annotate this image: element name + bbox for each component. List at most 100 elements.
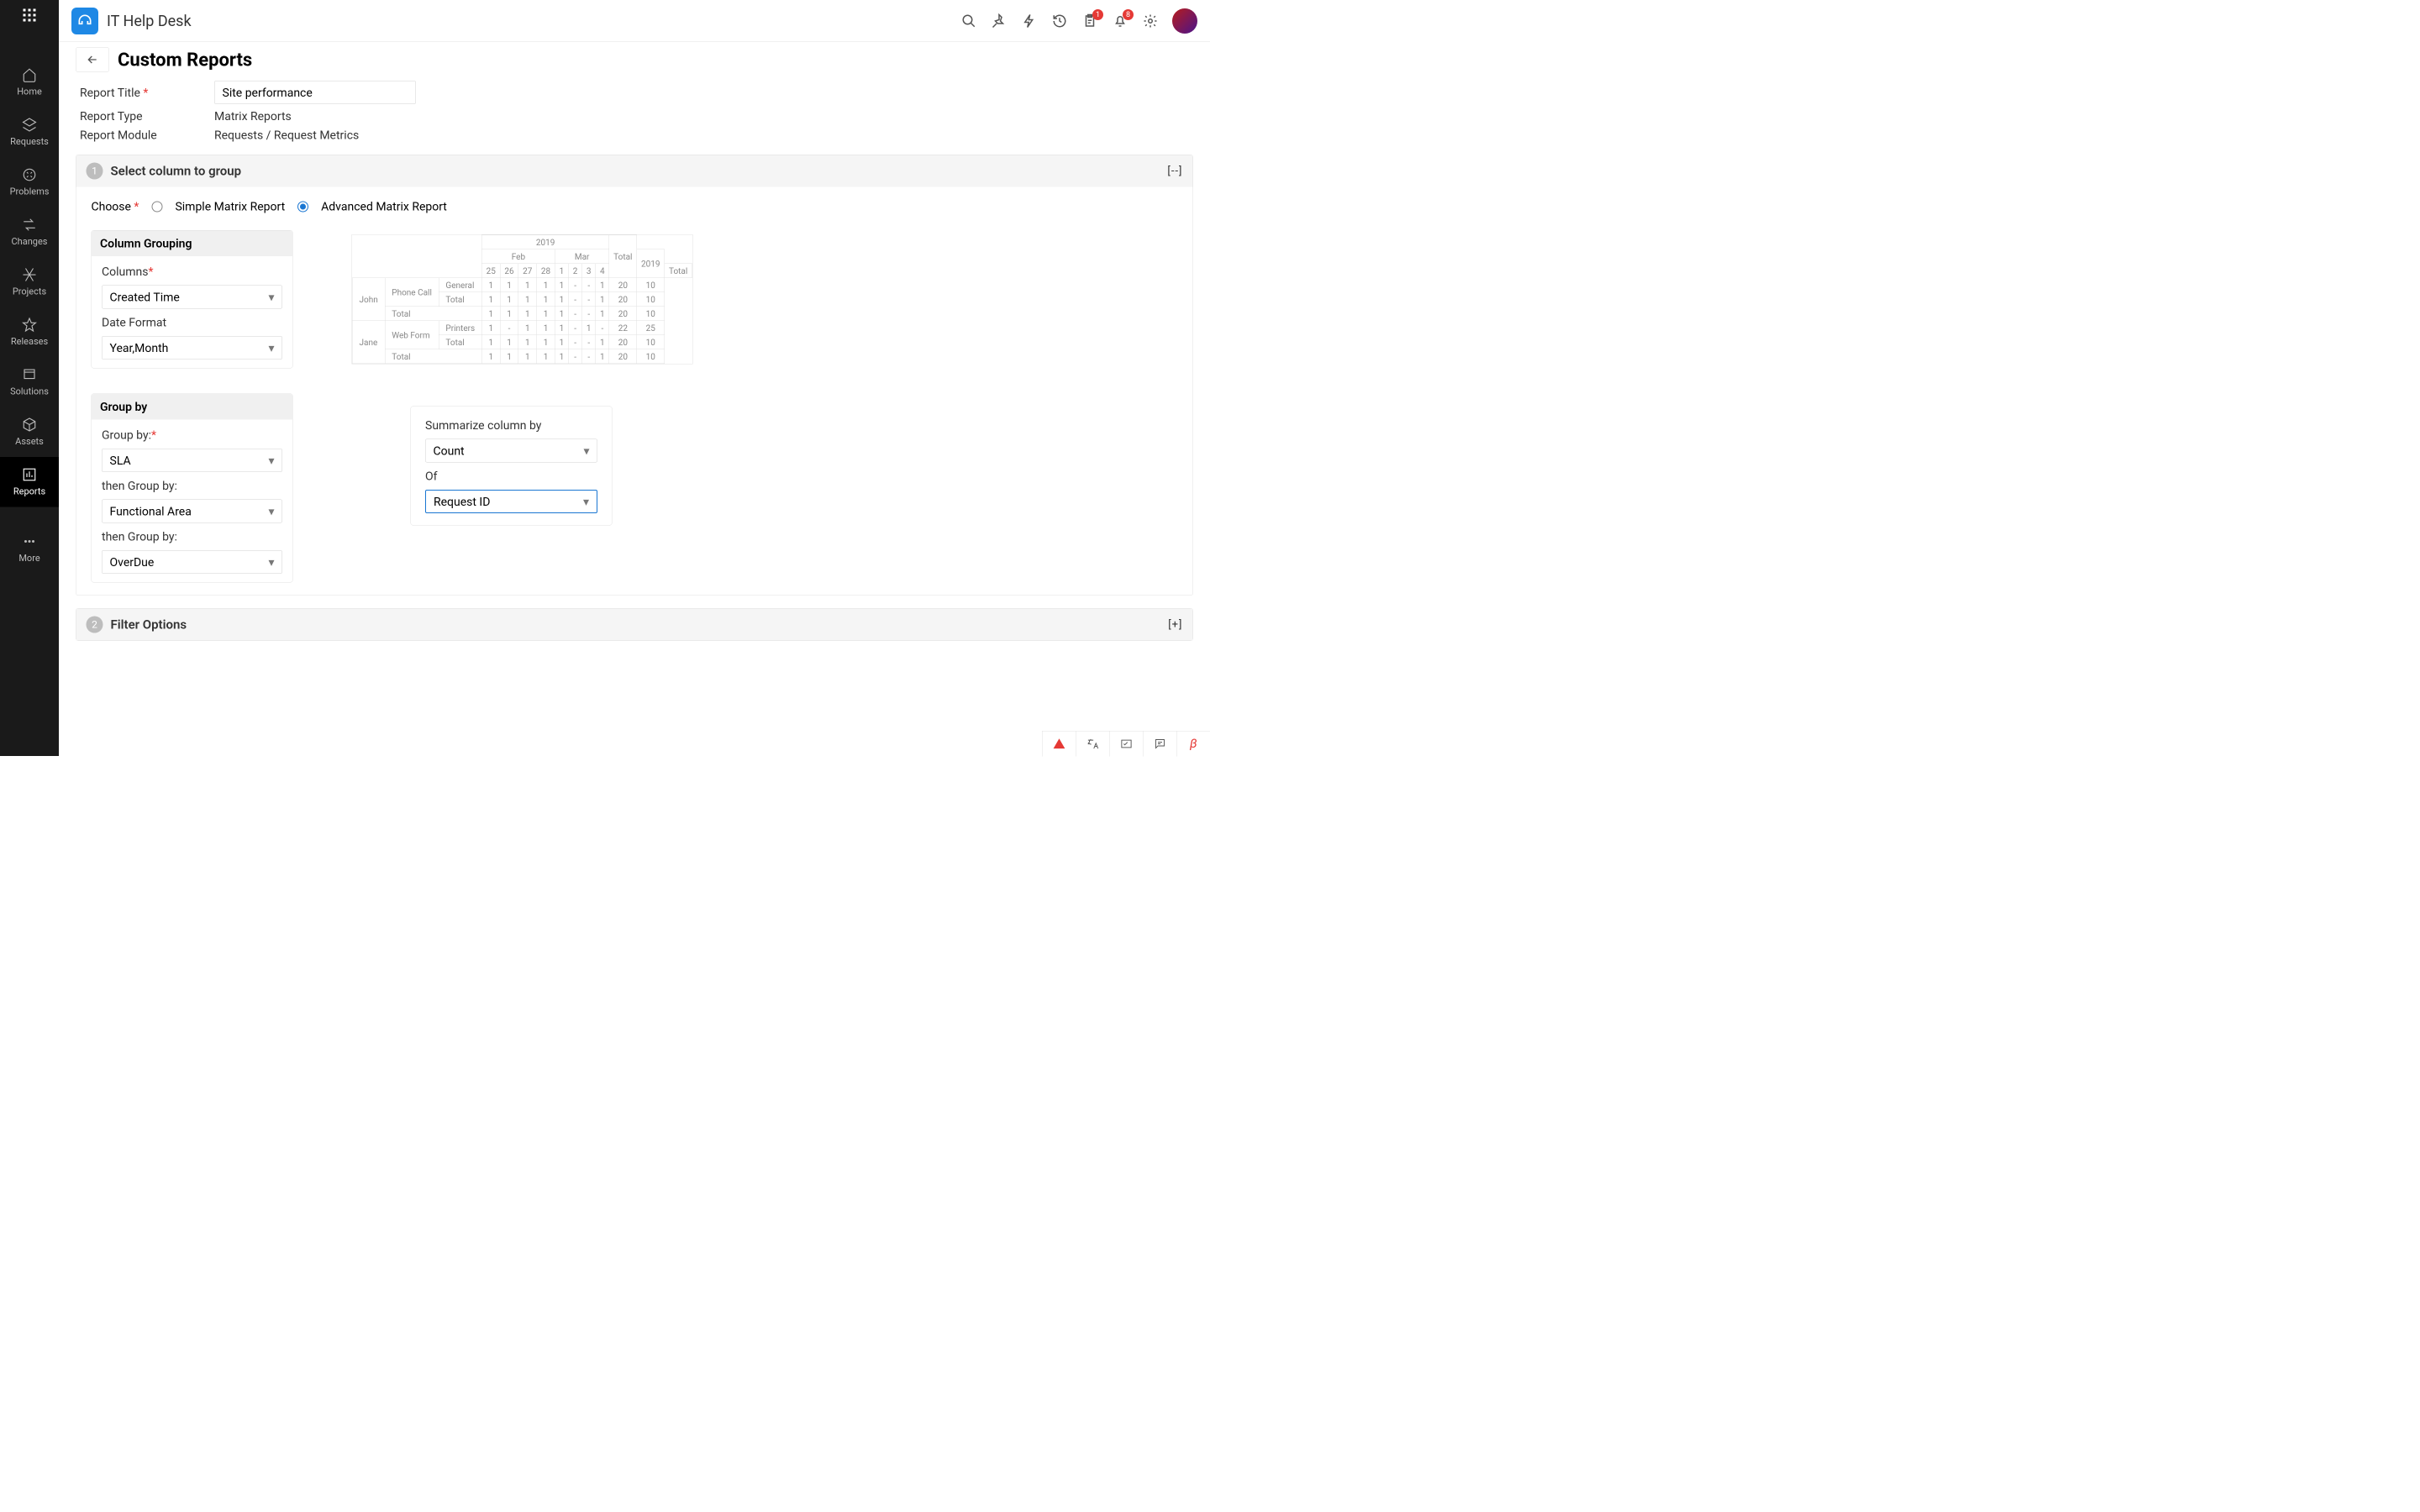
radio-advanced-label: Advanced Matrix Report	[321, 200, 447, 214]
date-format-select[interactable]: Year,Month ▾	[102, 336, 282, 360]
sidebar-item-problems[interactable]: Problems	[0, 157, 59, 207]
badge-count: 8	[1123, 9, 1134, 20]
group-by-label: Group by:*	[102, 428, 282, 443]
sidebar-item-reports[interactable]: Reports	[0, 457, 59, 507]
footer-bar: β	[1042, 731, 1210, 756]
sidebar-item-label: Home	[17, 87, 42, 97]
collapse-toggle[interactable]: [--]	[1167, 165, 1182, 177]
group-by-panel: Group by Group by:* SLA ▾ then Group by:…	[92, 394, 293, 583]
sidebar-item-solutions[interactable]: Solutions	[0, 357, 59, 407]
select-value: OverDue	[110, 555, 155, 570]
edit-icon[interactable]	[1109, 731, 1143, 756]
report-meta: Report Title * Report Type Matrix Report…	[80, 81, 1193, 142]
report-type-value: Matrix Reports	[214, 109, 292, 123]
chat-icon[interactable]	[1143, 731, 1176, 756]
sidebar-item-label: Projects	[13, 286, 46, 297]
section-select-column: 1 Select column to group [--] Choose * S…	[76, 155, 1193, 596]
sidebar-item-home[interactable]: Home	[0, 57, 59, 108]
beta-icon[interactable]: β	[1176, 731, 1210, 756]
expand-toggle[interactable]: [+]	[1168, 618, 1182, 631]
columns-select[interactable]: Created Time ▾	[102, 286, 282, 309]
sidebar-item-label: Assets	[15, 437, 44, 448]
column-grouping-panel: Column Grouping Columns* Created Time ▾ …	[92, 230, 293, 369]
sidebar-item-label: Reports	[13, 486, 45, 497]
chevron-down-icon: ▾	[268, 341, 274, 355]
app-logo-icon	[71, 8, 98, 34]
select-value: Count	[434, 444, 465, 458]
preview-wrap: 2019TotalFebMar2019252627281234TotalJohn…	[327, 230, 693, 365]
back-button[interactable]	[76, 47, 109, 72]
chevron-down-icon: ▾	[583, 444, 589, 458]
section-number: 1	[87, 163, 103, 180]
summarize-label: Summarize column by	[425, 418, 597, 433]
page-title: Custom Reports	[118, 49, 252, 71]
app-title: IT Help Desk	[107, 12, 952, 29]
select-value: Year,Month	[110, 341, 169, 355]
choose-label: Choose *	[92, 200, 139, 214]
section-title: Select column to group	[111, 164, 1160, 179]
then-group-by-2-select[interactable]: OverDue ▾	[102, 550, 282, 574]
bolt-icon[interactable]	[1021, 13, 1038, 29]
avatar[interactable]	[1172, 8, 1197, 34]
sidebar-item-changes[interactable]: Changes	[0, 207, 59, 258]
gear-icon[interactable]	[1142, 13, 1159, 29]
chevron-down-icon: ▾	[268, 504, 274, 518]
section-number: 2	[87, 617, 103, 633]
sidebar-item-releases[interactable]: Releases	[0, 307, 59, 358]
report-type-label: Report Type	[80, 109, 189, 123]
pin-icon[interactable]	[991, 13, 1007, 29]
of-label: Of	[425, 470, 597, 484]
radio-simple-label: Simple Matrix Report	[175, 200, 285, 214]
apps-grid-icon[interactable]	[21, 7, 38, 24]
chevron-down-icon: ▾	[268, 454, 274, 468]
select-value: Functional Area	[110, 504, 192, 518]
page-header: Custom Reports	[76, 47, 1193, 72]
date-format-label: Date Format	[102, 316, 282, 330]
preview-table: 2019TotalFebMar2019252627281234TotalJohn…	[352, 234, 693, 365]
section-title: Filter Options	[111, 617, 1161, 633]
section-filter-options: 2 Filter Options [+]	[76, 608, 1193, 641]
report-title-input[interactable]	[214, 81, 416, 104]
summarize-select[interactable]: Count ▾	[425, 439, 597, 463]
topbar-right: 1 8	[960, 8, 1197, 34]
then-group-by-1-select[interactable]: Functional Area ▾	[102, 500, 282, 523]
sidebar-item-label: More	[18, 554, 39, 564]
columns-label: Columns*	[102, 265, 282, 279]
main: IT Help Desk 1 8 Custom Reports Report T…	[59, 0, 1210, 756]
choose-row: Choose * Simple Matrix Report Advanced M…	[92, 200, 1178, 214]
report-module-value: Requests / Request Metrics	[214, 129, 359, 143]
select-value: SLA	[110, 454, 131, 468]
select-value: Request ID	[434, 495, 490, 509]
radio-simple[interactable]	[151, 201, 162, 212]
sidebar-item-label: Solutions	[10, 386, 49, 397]
sidebar-item-assets[interactable]: Assets	[0, 407, 59, 458]
sidebar-item-projects[interactable]: Projects	[0, 257, 59, 307]
sidebar-item-requests[interactable]: Requests	[0, 108, 59, 158]
then-group-by-2-label: then Group by:	[102, 530, 282, 544]
then-group-by-1-label: then Group by:	[102, 479, 282, 493]
sidebar-item-label: Changes	[12, 237, 48, 248]
chevron-down-icon: ▾	[268, 555, 274, 570]
search-icon[interactable]	[960, 13, 977, 29]
alert-icon[interactable]	[1042, 731, 1076, 756]
sidebar-item-label: Problems	[10, 186, 50, 197]
topbar: IT Help Desk 1 8	[59, 0, 1210, 42]
chevron-down-icon: ▾	[268, 290, 274, 304]
report-title-label: Report Title *	[80, 86, 189, 100]
sidebar-item-label: Requests	[10, 137, 49, 148]
history-icon[interactable]	[1051, 13, 1068, 29]
section-header[interactable]: 2 Filter Options [+]	[76, 609, 1193, 641]
language-icon[interactable]	[1076, 731, 1109, 756]
of-select[interactable]: Request ID ▾	[425, 490, 597, 513]
badge-count: 1	[1092, 9, 1103, 20]
radio-advanced[interactable]	[297, 201, 308, 212]
group-by-select[interactable]: SLA ▾	[102, 449, 282, 472]
content: Custom Reports Report Title * Report Typ…	[59, 42, 1210, 756]
clipboard-icon[interactable]: 1	[1081, 13, 1098, 29]
sidebar-item-label: Releases	[11, 337, 48, 348]
chevron-down-icon: ▾	[583, 495, 589, 509]
panel-header: Column Grouping	[92, 231, 292, 257]
sidebar-item-more[interactable]: More	[0, 524, 59, 575]
panel-header: Group by	[92, 394, 292, 420]
bell-icon[interactable]: 8	[1112, 13, 1128, 29]
